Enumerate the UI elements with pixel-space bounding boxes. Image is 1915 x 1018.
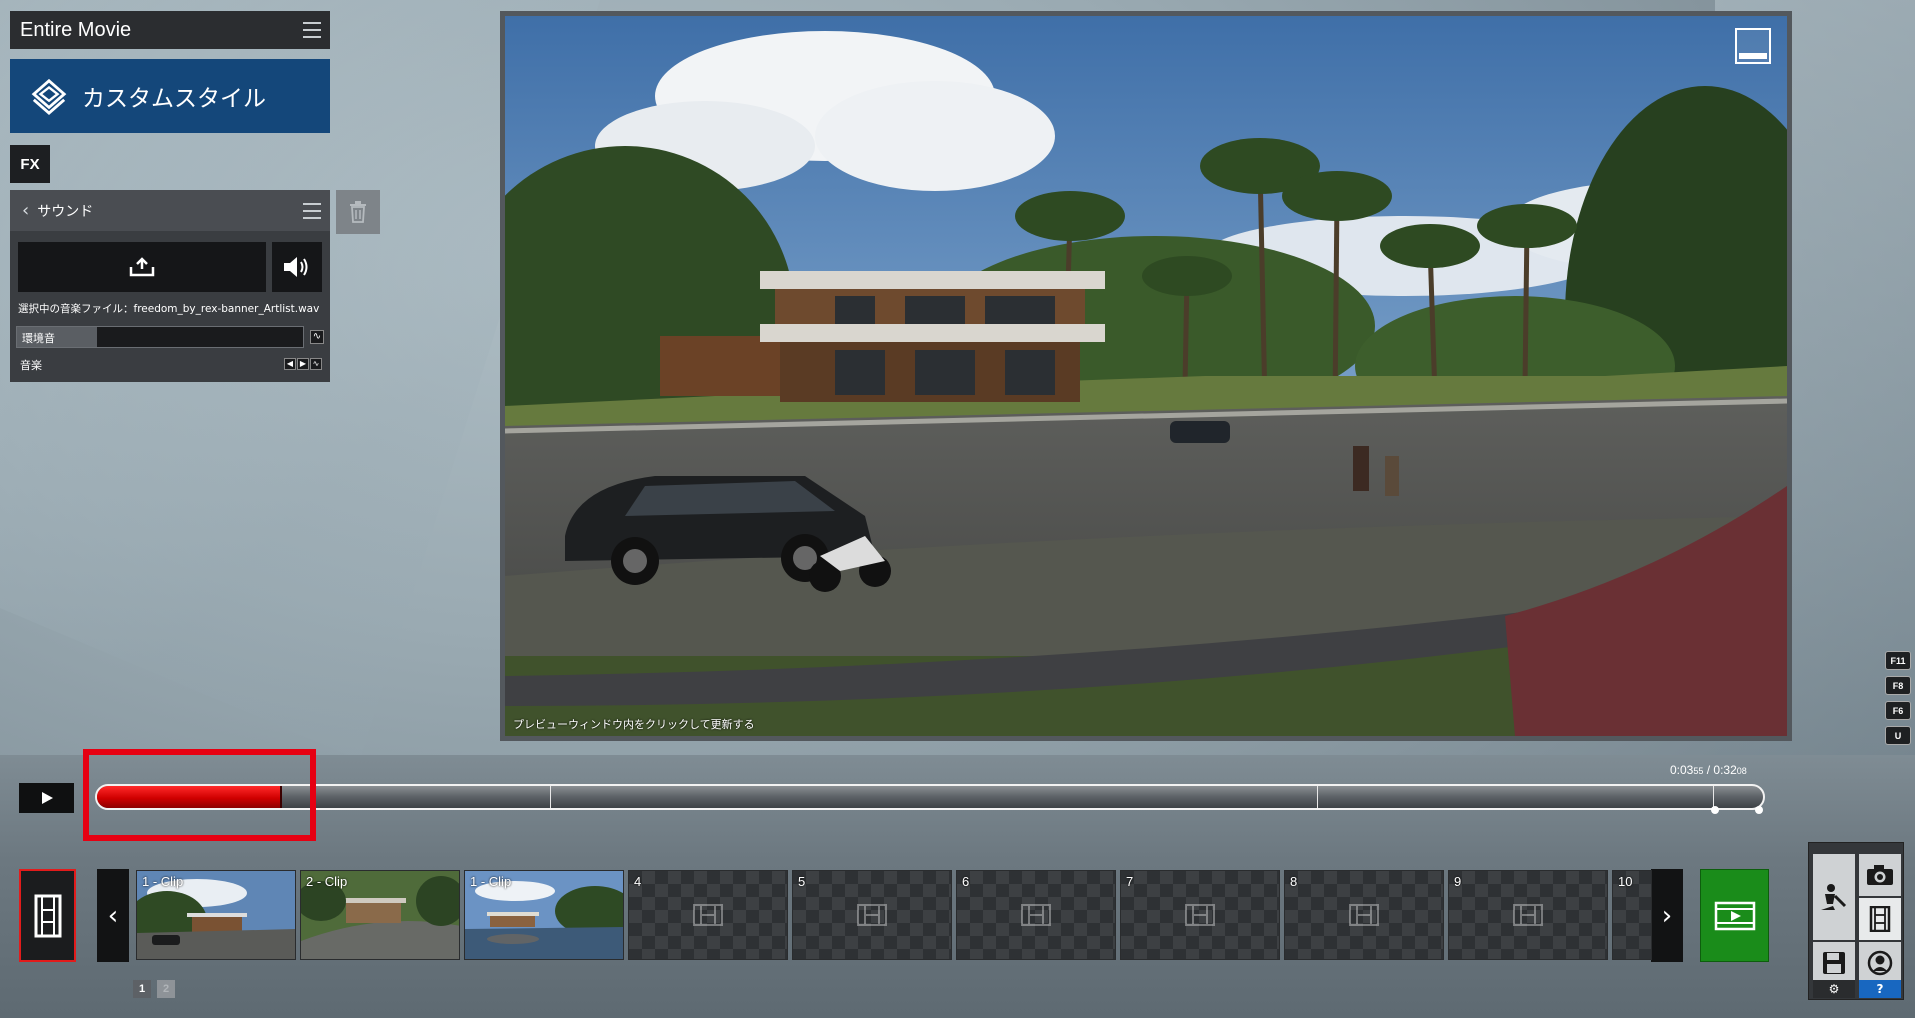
film-placeholder-icon	[1349, 904, 1379, 926]
shortcut-key-f8[interactable]: F8	[1885, 676, 1911, 695]
clip-slot[interactable]: 7	[1120, 870, 1280, 960]
ambient-volume-slider[interactable]: 環境音	[16, 326, 304, 348]
clip-label: 1 - Clip	[470, 874, 512, 889]
360-mode-button[interactable]	[1859, 942, 1901, 984]
music-label: 音楽	[20, 359, 42, 372]
entire-movie-header[interactable]: Entire Movie	[10, 11, 330, 49]
clip-label: 6	[962, 874, 970, 889]
help-icon: ?	[1876, 982, 1884, 996]
total-time: 0:32	[1713, 763, 1737, 777]
music-wave-icon[interactable]: ∿	[310, 358, 322, 370]
film-placeholder-icon	[1021, 904, 1051, 926]
clip-label: 9	[1454, 874, 1462, 889]
upload-music-button[interactable]	[18, 242, 266, 292]
sound-panel-title: サウンド	[37, 203, 94, 220]
clip-slot[interactable]: 5	[792, 870, 952, 960]
clip-label: 7	[1126, 874, 1134, 889]
shortcut-key-f11[interactable]: F11	[1885, 651, 1911, 670]
current-frames: 55	[1693, 766, 1704, 776]
clip-label: 2 - Clip	[306, 874, 348, 889]
chevron-left-icon: ‹	[107, 900, 119, 931]
clip-boundary-marker	[550, 786, 552, 808]
page-button-1[interactable]: 1	[133, 980, 151, 998]
film-icon	[34, 894, 61, 937]
ambient-wave-icon[interactable]: ∿	[310, 330, 324, 344]
clip-slot[interactable]: 1 - Clip	[136, 870, 296, 960]
camera-icon	[1867, 865, 1893, 885]
timeline-scrubber[interactable]	[95, 784, 1765, 810]
ambient-label: 環境音	[22, 332, 55, 345]
total-frames: 08	[1736, 766, 1747, 776]
clip-label: 10	[1618, 874, 1633, 889]
page-button-2[interactable]: 2	[157, 980, 175, 998]
back-chevron-icon[interactable]: ‹	[22, 200, 29, 221]
settings-button[interactable]: ⚙	[1813, 980, 1855, 998]
timeline-end-marker	[1713, 786, 1715, 808]
style-logo-icon	[31, 78, 67, 115]
play-icon	[41, 792, 53, 804]
clip-slot[interactable]: 4	[628, 870, 788, 960]
film-placeholder-icon	[693, 904, 723, 926]
timeline-handle[interactable]	[1755, 806, 1763, 814]
preview-refresh-hint: プレビューウィンドウ内をクリックして更新する	[513, 718, 755, 731]
sound-panel-header: ‹ サウンド	[10, 190, 330, 231]
clip-slot[interactable]: 8	[1284, 870, 1444, 960]
worker-icon	[1821, 884, 1847, 910]
menu-icon[interactable]	[303, 22, 321, 38]
render-movie-button[interactable]	[1700, 869, 1769, 962]
photo-mode-button[interactable]	[1859, 854, 1901, 896]
film-placeholder-icon	[857, 904, 887, 926]
menu-icon[interactable]	[303, 203, 321, 219]
vr-head-icon	[1867, 950, 1893, 976]
clip-boundary-marker	[1316, 786, 1318, 808]
shortcut-key-f6[interactable]: F6	[1885, 701, 1911, 720]
edit-mode-button[interactable]	[1813, 854, 1855, 940]
mode-palette: ⚙ ?	[1808, 842, 1904, 1000]
clip-label: 8	[1290, 874, 1298, 889]
filmstrip-toggle-button[interactable]	[19, 869, 76, 962]
clip-slot[interactable]: 1 - Clip	[464, 870, 624, 960]
maximize-preview-icon[interactable]	[1735, 28, 1771, 64]
help-button[interactable]: ?	[1859, 980, 1901, 998]
chevron-right-icon: ›	[1661, 900, 1673, 931]
panel-title: Entire Movie	[20, 18, 132, 41]
shortcut-key-u[interactable]: U	[1885, 726, 1911, 745]
filmstrip-prev-button[interactable]: ‹	[97, 869, 129, 962]
trash-icon	[350, 201, 366, 223]
custom-style-button[interactable]: カスタムスタイル	[10, 59, 330, 133]
music-prev-icon[interactable]: ◀	[284, 358, 296, 370]
save-button[interactable]	[1813, 942, 1855, 984]
delete-button[interactable]	[336, 190, 380, 234]
custom-style-label: カスタムスタイル	[82, 86, 266, 112]
current-time: 0:03	[1670, 763, 1694, 777]
clip-label: 5	[798, 874, 806, 889]
preview-render-image	[505, 16, 1787, 736]
film-icon	[1869, 906, 1891, 932]
play-button[interactable]	[19, 783, 74, 813]
highlight-annotation-box	[83, 749, 316, 841]
preview-window[interactable]: プレビューウィンドウ内をクリックして更新する	[500, 11, 1792, 741]
fx-button[interactable]: FX	[10, 145, 50, 183]
gear-icon: ⚙	[1828, 982, 1840, 996]
speaker-icon	[284, 257, 308, 277]
film-play-icon	[1714, 901, 1755, 930]
selected-music-file: 選択中の音楽ファイル：freedom_by_rex-banner_Artlist…	[18, 303, 320, 315]
filmstrip-next-button[interactable]: ›	[1651, 869, 1683, 962]
timeline-handle[interactable]	[1710, 806, 1719, 814]
floppy-disk-icon	[1823, 952, 1845, 974]
time-readout: 0:0355 / 0:3208	[1670, 763, 1747, 777]
movie-mode-button[interactable]	[1859, 898, 1901, 940]
sound-panel: ‹ サウンド 選択中の音楽ファイル：freedom_by_rex-banner_…	[10, 190, 330, 382]
film-placeholder-icon	[1513, 904, 1543, 926]
clip-slot[interactable]: 2 - Clip	[300, 870, 460, 960]
clip-slot[interactable]: 9	[1448, 870, 1608, 960]
volume-button[interactable]	[272, 242, 322, 292]
clip-label: 1 - Clip	[142, 874, 184, 889]
music-next-icon[interactable]: ▶	[297, 358, 309, 370]
clip-label: 4	[634, 874, 642, 889]
film-placeholder-icon	[1185, 904, 1215, 926]
upload-icon	[129, 257, 155, 277]
clip-slot[interactable]: 10	[1612, 870, 1652, 960]
clip-slot[interactable]: 6	[956, 870, 1116, 960]
